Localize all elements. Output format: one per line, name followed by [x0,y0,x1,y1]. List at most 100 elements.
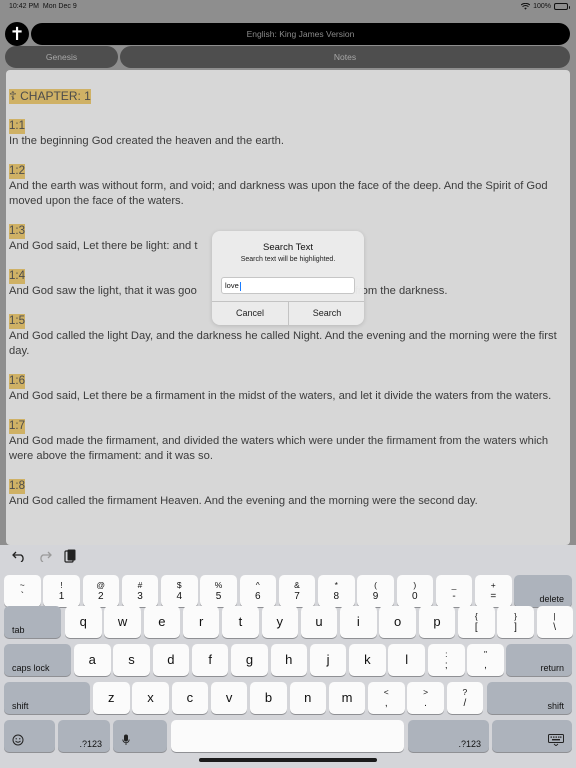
status-time: 10:42 PM Mon Dec 9 [9,3,77,10]
key-m[interactable]: m [328,682,366,714]
tab-notes[interactable]: Notes [120,46,570,68]
key-x[interactable]: x [132,682,169,714]
delete-key[interactable]: delete [514,575,572,607]
key-r[interactable]: r [182,606,220,638]
tab-key[interactable]: tab [4,606,61,638]
verse: 1:6 And God said, Let there be a firmame… [9,374,564,404]
verse: 1:1 In the beginning God created the hea… [9,119,564,149]
key-k[interactable]: k [349,644,386,676]
key-y[interactable]: y [261,606,298,638]
key-5[interactable]: % 5 [200,575,237,607]
verse-number: 1:8 [9,479,25,494]
key-/[interactable]: ? / [446,682,484,714]
text-caret [239,281,241,291]
return-key[interactable]: return [506,644,572,676]
key-s[interactable]: s [113,644,150,676]
key-4[interactable]: $4 [161,575,198,607]
numbers-switch-key-right[interactable]: .?123 [408,720,489,752]
key-0[interactable]: ) 0 [396,575,433,607]
key-u[interactable]: u [300,606,338,638]
verse-text: And the earth was without form, and void… [9,180,548,207]
verse-number: 1:2 [9,164,25,179]
key-j[interactable]: j [309,644,347,676]
keyboard-hide-icon[interactable] [492,720,572,752]
key-v[interactable]: v [210,682,248,714]
chapter-marker-icon: ☦ [9,89,17,103]
key-c[interactable]: c [171,682,209,714]
paste-icon[interactable] [64,549,76,563]
tab-book[interactable]: Genesis [5,46,118,68]
microphone-icon[interactable] [113,720,167,752]
key-\[interactable]: | \ [536,606,573,638]
search-button[interactable]: Search [289,301,365,325]
wifi-icon [521,3,531,10]
key-e[interactable]: e [143,606,181,638]
key-n[interactable]: n [289,682,326,714]
app-window: 10:42 PM Mon Dec 9 100% ✝ English: King … [0,0,576,768]
key-8[interactable]: * 8 [318,575,355,607]
verse-text-tail: from the darkness. [354,285,448,297]
key-.[interactable]: >. [407,682,444,714]
key-,[interactable]: <, [368,682,405,714]
key-l[interactable]: l [388,644,425,676]
key-d[interactable]: d [152,644,190,676]
key-7[interactable]: & 7 [278,575,316,607]
key-][interactable]: }] [497,606,534,638]
key-i[interactable]: i [340,606,377,638]
key-[[interactable]: {[ [458,606,495,638]
key-9[interactable]: (9 [357,575,394,607]
home-indicator [199,758,377,762]
emoji-icon[interactable] [4,720,55,752]
status-right: 100% [521,3,570,10]
shift-right-key[interactable]: shift [487,682,572,714]
key-q[interactable]: q [65,606,102,638]
verse-text: In the beginning God created the heaven … [9,135,284,147]
key-w[interactable]: w [104,606,141,638]
verse: 1:2 And the earth was without form, and … [9,164,564,209]
verse-number: 1:3 [9,224,25,239]
key-`[interactable]: ~ ` [4,575,41,607]
battery-percent: 100% [533,3,551,10]
shift-left-key[interactable]: shift [4,682,90,714]
battery-icon [554,3,570,10]
space-bar[interactable] [171,720,404,752]
on-screen-keyboard: ~ `! 1 @2 #3 $4% 5 ^ 6 & 7 * 8(9) 0 _ - + = delete tab q w e r t… [0,545,576,768]
key-3[interactable]: #3 [121,575,159,607]
key-semicolon[interactable]: :; [428,644,465,676]
verse-text: And God called the light Day, and the da… [9,330,557,357]
key-6[interactable]: ^ 6 [239,575,276,607]
key-comma-quote[interactable]: ", [467,644,504,676]
search-input[interactable]: love [221,277,355,294]
verse: 1:7 And God made the firmament, and divi… [9,419,564,464]
verse-number: 1:4 [9,269,25,284]
version-selector[interactable]: English: King James Version [31,23,570,45]
chapter-heading: ☦ CHAPTER: 1 [9,89,91,104]
key-a[interactable]: a [74,644,111,676]
key-g[interactable]: g [231,644,268,676]
verse-text: And God said, Let there be light: and t [9,240,198,252]
search-dialog: Search Text Search text will be highligh… [212,231,364,325]
redo-icon[interactable] [38,550,52,562]
key-2[interactable]: @2 [82,575,119,607]
key-z[interactable]: z [93,682,130,714]
key-o[interactable]: o [379,606,416,638]
key-f[interactable]: f [191,644,229,676]
cross-icon[interactable]: ✝ [5,22,29,46]
key--[interactable]: _ - [435,575,473,607]
key-=[interactable]: + = [475,575,512,607]
verse-text: And God made the firmament, and divided … [9,435,549,462]
numbers-switch-key[interactable]: .?123 [58,720,110,752]
key-t[interactable]: t [222,606,259,638]
key-h[interactable]: h [270,644,307,676]
cancel-button[interactable]: Cancel [212,301,288,325]
key-b[interactable]: b [250,682,287,714]
verse-number: 1:1 [9,119,25,134]
verse: 1:8 And God called the firmament Heaven.… [9,479,564,509]
key-1[interactable]: ! 1 [43,575,80,607]
verse-text: And God called the firmament Heaven. And… [9,495,478,507]
dialog-message: Search text will be highlighted. [240,256,336,263]
undo-icon[interactable] [12,550,26,562]
caps-lock-key[interactable]: caps lock [4,644,71,676]
verse-number: 1:6 [9,374,25,389]
key-p[interactable]: p [418,606,456,638]
